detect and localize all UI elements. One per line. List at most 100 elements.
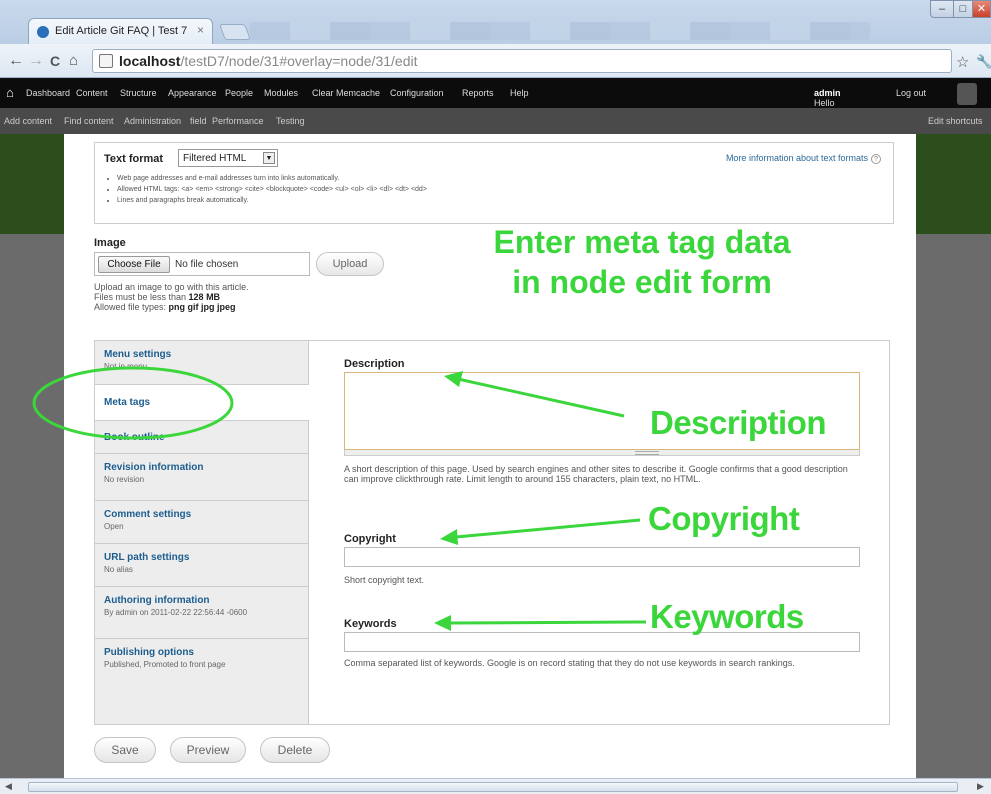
annotation-keywords: Keywords <box>650 598 804 635</box>
toolbar-item-appearance[interactable]: Appearance <box>168 88 217 98</box>
username-link[interactable]: admin <box>814 88 841 98</box>
url-path: /testD7/node/31#overlay=node/31/edit <box>180 53 418 69</box>
page-icon <box>99 54 113 68</box>
vtab-revision-information[interactable]: Revision information No revision <box>95 454 309 501</box>
forward-icon[interactable]: → <box>28 52 44 70</box>
bookmark-star-icon[interactable]: ☆ <box>956 53 969 71</box>
toolbar-item-reports[interactable]: Reports <box>462 88 494 98</box>
toolbar-item-help[interactable]: Help <box>510 88 529 98</box>
copyright-label: Copyright <box>344 533 396 545</box>
copyright-help: Short copyright text. <box>344 575 425 585</box>
tab-close-icon[interactable]: × <box>197 23 204 37</box>
text-format-box: Text format Filtered HTML ▼ More informa… <box>94 142 894 224</box>
vtab-publishing-options[interactable]: Publishing options Published, Promoted t… <box>95 639 309 679</box>
address-bar[interactable]: localhost/testD7/node/31#overlay=node/31… <box>92 49 952 73</box>
hello-user: Hello admin <box>814 88 841 108</box>
browser-titlebar: Edit Article Git FAQ | Test 7 × – □ ✕ <box>0 0 991 44</box>
shortcut-performance[interactable]: Performance <box>212 116 264 126</box>
scrollbar-thumb[interactable] <box>28 782 958 792</box>
format-tip: Web page addresses and e-mail addresses … <box>117 173 427 184</box>
vtab-summary: No alias <box>104 565 133 574</box>
text-format-label: Text format <box>104 153 164 165</box>
minimize-button[interactable]: – <box>930 0 954 18</box>
toolbar-item-clear-memcache[interactable]: Clear Memcache <box>312 88 380 98</box>
format-tip: Allowed HTML tags: <a> <em> <strong> <ci… <box>117 184 427 195</box>
shortcut-administration[interactable]: Administration <box>124 116 181 126</box>
preview-button[interactable]: Preview <box>170 737 246 763</box>
annotation-description: Description <box>650 404 827 441</box>
annotation-copyright: Copyright <box>648 500 800 537</box>
home-icon[interactable]: ⌂ <box>69 52 78 69</box>
vtab-title: Book outline <box>104 432 165 443</box>
horizontal-scrollbar[interactable]: ◀ ▶ <box>0 778 991 794</box>
format-tip: Lines and paragraphs break automatically… <box>117 195 427 206</box>
toolbar-item-modules[interactable]: Modules <box>264 88 298 98</box>
url-host: localhost <box>119 53 181 69</box>
chevron-down-icon: ▼ <box>263 152 275 164</box>
annotation-title-line: Enter meta tag data <box>493 224 791 260</box>
vtab-summary: Open <box>104 522 124 531</box>
image-help: Upload an image to go with this article.… <box>94 282 249 312</box>
shortcut-find-content[interactable]: Find content <box>64 116 114 126</box>
shortcut-field[interactable]: field <box>190 116 207 126</box>
shortcut-testing[interactable]: Testing <box>276 116 305 126</box>
description-label: Description <box>344 358 405 370</box>
annotation-title-line: in node edit form <box>512 264 772 300</box>
scroll-left-icon[interactable]: ◀ <box>5 781 12 792</box>
image-help-line: Allowed file types: png gif jpg jpeg <box>94 302 236 312</box>
vtab-title: Authoring information <box>104 595 210 606</box>
logout-link[interactable]: Log out <box>896 88 926 98</box>
image-help-line: Files must be less than 128 MB <box>94 292 221 302</box>
vtab-summary: No revision <box>104 475 145 484</box>
favicon-icon <box>37 26 49 38</box>
vtab-title: Publishing options <box>104 647 194 658</box>
keywords-label: Keywords <box>344 618 397 630</box>
vtab-summary: By admin on 2011-02-22 22:56:44 -0600 <box>104 608 248 617</box>
toolbar-item-content[interactable]: Content <box>76 88 108 98</box>
wrench-icon[interactable]: 🔧 <box>976 54 991 70</box>
text-format-select[interactable]: Filtered HTML ▼ <box>178 149 278 167</box>
reload-icon[interactable]: C <box>50 53 60 69</box>
save-button[interactable]: Save <box>94 737 156 763</box>
vtab-url-path-settings[interactable]: URL path settings No alias <box>95 544 309 587</box>
description-help: A short description of this page. Used b… <box>344 464 848 484</box>
vtab-title: Meta tags <box>104 397 151 408</box>
toolbar-item-dashboard[interactable]: Dashboard <box>26 88 70 98</box>
vtab-meta-tags[interactable]: Meta tags <box>95 385 310 421</box>
maximize-button[interactable]: □ <box>953 0 973 18</box>
new-tab-button[interactable] <box>219 24 251 40</box>
drupal-home-icon[interactable]: ⌂ <box>6 85 14 100</box>
close-window-button[interactable]: ✕ <box>972 0 991 18</box>
annotation-title: Enter meta tag data in node edit form <box>412 222 872 302</box>
vtab-book-outline[interactable]: Book outline <box>95 421 309 454</box>
delete-button[interactable]: Delete <box>260 737 330 763</box>
vtab-authoring-information[interactable]: Authoring information By admin on 2011-0… <box>95 587 309 639</box>
drupal-toolbar: ⌂ Dashboard Content Structure Appearance… <box>0 78 991 108</box>
back-icon[interactable]: ← <box>8 52 24 70</box>
toolbar-item-structure[interactable]: Structure <box>120 88 157 98</box>
vtab-summary: Published, Promoted to front page <box>104 660 226 669</box>
upload-button[interactable]: Upload <box>316 252 384 276</box>
file-input[interactable]: Choose File No file chosen <box>94 252 310 276</box>
textarea-resize-handle[interactable] <box>344 450 860 456</box>
scroll-right-icon[interactable]: ▶ <box>977 781 984 792</box>
blurred-tabs <box>250 22 870 40</box>
vtab-menu-settings[interactable]: Menu settings Not in menu <box>95 341 309 385</box>
vtab-title: URL path settings <box>104 552 190 563</box>
keywords-help: Comma separated list of keywords. Google… <box>344 658 795 668</box>
browser-tab[interactable]: Edit Article Git FAQ | Test 7 × <box>28 18 213 44</box>
vtab-summary: Not in menu <box>104 362 148 371</box>
toolbar-item-people[interactable]: People <box>225 88 253 98</box>
copyright-input[interactable] <box>344 547 860 567</box>
vertical-tabs-list: Menu settings Not in menu Meta tags Book… <box>95 341 310 724</box>
toolbar-item-configuration[interactable]: Configuration <box>390 88 444 98</box>
vtab-comment-settings[interactable]: Comment settings Open <box>95 501 309 544</box>
shortcut-add-content[interactable]: Add content <box>4 116 52 126</box>
help-icon: ? <box>871 154 881 164</box>
vtab-title: Revision information <box>104 462 204 473</box>
choose-file-button[interactable]: Choose File <box>98 256 170 273</box>
text-format-selected: Filtered HTML <box>183 153 247 164</box>
shortcuts-toggle[interactable] <box>957 83 977 105</box>
more-info-link[interactable]: More information about text formats? <box>726 153 881 164</box>
edit-shortcuts-link[interactable]: Edit shortcuts <box>928 116 983 126</box>
